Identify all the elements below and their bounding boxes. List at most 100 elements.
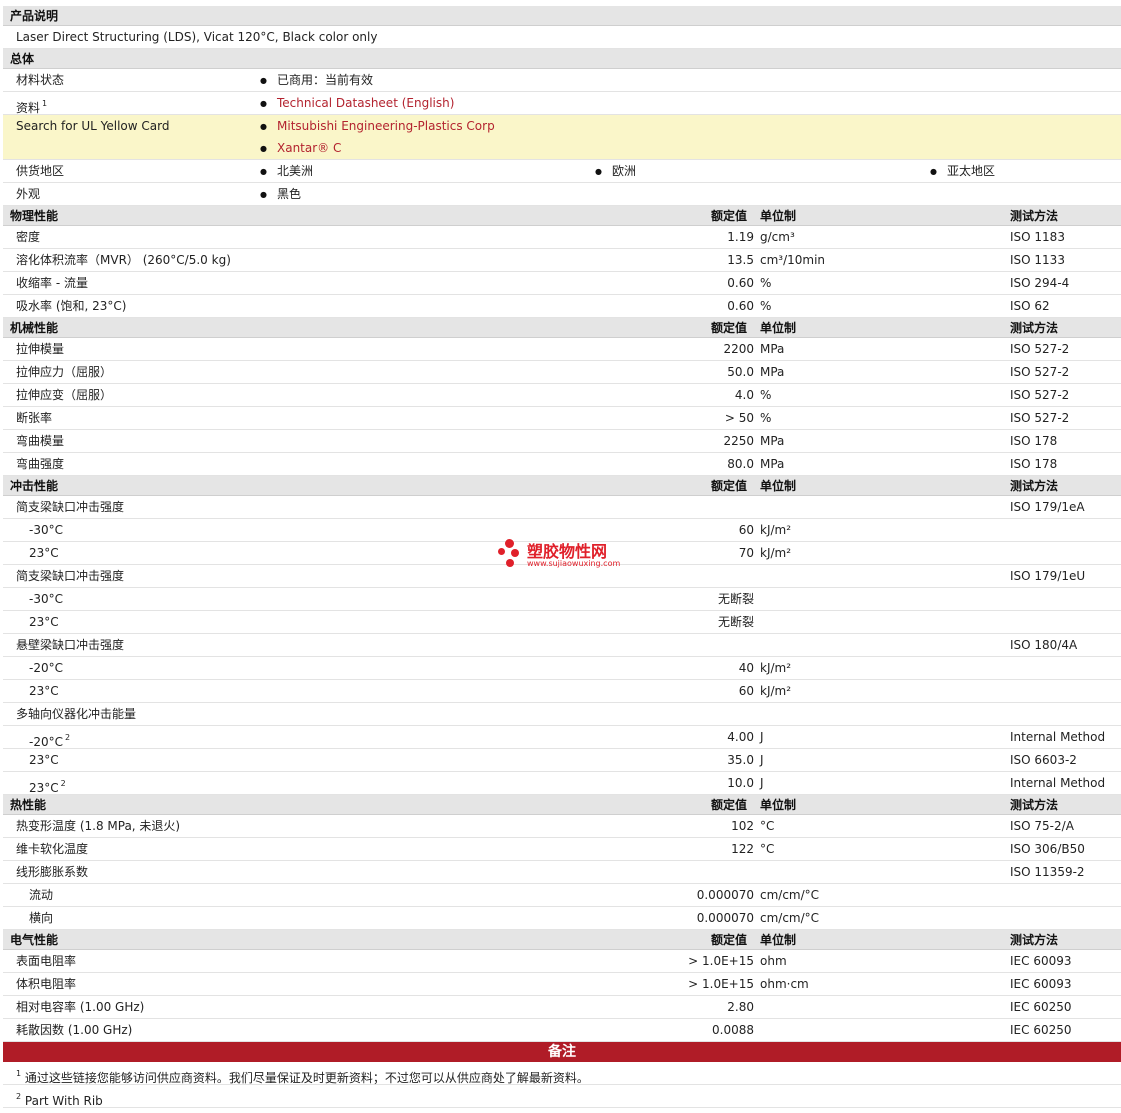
appearance-value: 黑色 (260, 183, 301, 206)
header-unit: 单位制 (760, 321, 797, 335)
value: 102 (731, 819, 754, 833)
value: 4.00 (727, 730, 754, 744)
value: 1.19 (727, 230, 754, 244)
sub-label: 23°C (29, 684, 59, 698)
property-label: 断张率 (16, 411, 53, 425)
property-label: 弯曲模量 (16, 434, 65, 448)
test-method: ISO 178 (1010, 457, 1058, 471)
sub-label: 流动 (29, 888, 54, 902)
header-test: 测试方法 (1010, 479, 1059, 493)
footnote-marker: 2 (16, 1092, 22, 1101)
footnote-ref: 2 (64, 733, 71, 742)
test-method: ISO 294-4 (1010, 276, 1070, 290)
property-label: 拉伸模量 (16, 342, 65, 356)
izod-row: 悬壁梁缺口冲击强度 ISO 180/4A (3, 634, 1121, 657)
property-row: 密度 1.19 g/cm³ ISO 1183 (3, 226, 1121, 249)
value: 2.80 (727, 1000, 754, 1014)
unit: cm/cm/°C (760, 911, 820, 925)
header-unit: 单位制 (760, 933, 797, 947)
value: 80.0 (727, 457, 754, 471)
property-label: 弯曲强度 (16, 457, 65, 471)
charpy-notched-row: 简支梁缺口冲击强度 ISO 179/1eA (3, 496, 1121, 519)
header-unit: 单位制 (760, 209, 797, 223)
test-method: ISO 180/4A (1010, 638, 1078, 652)
value: 2250 (723, 434, 754, 448)
property-row: 拉伸模量 2200 MPa ISO 527-2 (3, 338, 1121, 361)
property-label: 表面电阻率 (16, 954, 77, 968)
value: 40 (738, 661, 754, 675)
unit: % (760, 388, 772, 402)
unit: ohm·cm (760, 977, 809, 991)
value: 10.0 (727, 776, 754, 790)
header-test: 测试方法 (1010, 321, 1059, 335)
property-row: 拉伸应力（屈服） 50.0 MPa ISO 527-2 (3, 361, 1121, 384)
test-method: ISO 179/1eU (1010, 569, 1086, 583)
region-europe: 欧洲 (595, 160, 636, 183)
section-title: 热性能 (10, 798, 47, 812)
property-row: 吸水率 (饱和, 23°C) 0.60% ISO 62 (3, 295, 1121, 318)
unit: % (760, 411, 772, 425)
header-value: 额定值 (711, 798, 748, 812)
property-label: 线形膨胀系数 (16, 865, 89, 879)
section-title: 机械性能 (10, 321, 59, 335)
unit: J (760, 776, 764, 790)
value: 50.0 (727, 365, 754, 379)
unit: kJ/m² (760, 684, 792, 698)
sub-row: 23°C 2 10.0 J Internal Method (3, 772, 1121, 795)
test-method: ISO 75-2/A (1010, 819, 1074, 833)
property-row: 弯曲模量 2250 MPa ISO 178 (3, 430, 1121, 453)
status-label: 材料状态 (16, 73, 65, 87)
sub-row: -20°C 40 kJ/m² (3, 657, 1121, 680)
property-label: 拉伸应力（屈服） (16, 365, 113, 379)
value: 0.0088 (712, 1023, 754, 1037)
section-general: 总体 (3, 49, 1121, 69)
test-method: ISO 178 (1010, 434, 1058, 448)
sub-row: 23°C 无断裂 (3, 611, 1121, 634)
value: 无断裂 (717, 592, 754, 606)
value: 0.60 (727, 299, 754, 313)
header-value: 额定值 (711, 209, 748, 223)
test-method: ISO 527-2 (1010, 342, 1070, 356)
value: > 1.0E+15 (688, 977, 754, 991)
test-method: IEC 60093 (1010, 954, 1072, 968)
electrical-rows: 表面电阻率 > 1.0E+15 ohm IEC 60093 体积电阻率 > 1.0E+15… (3, 950, 1121, 1042)
property-label: 收缩率 - 流量 (16, 276, 88, 290)
notes-header: 备注 (3, 1042, 1121, 1062)
product-link[interactable]: Xantar® C (260, 137, 341, 160)
section-impact: 冲击性能 额定值 单位制 测试方法 (3, 476, 1121, 496)
section-title: 总体 (10, 52, 35, 66)
supplier-link[interactable]: Mitsubishi Engineering-Plastics Corp (260, 115, 495, 138)
test-method: ISO 527-2 (1010, 365, 1070, 379)
clte-row: 线形膨胀系数 ISO 11359-2 (3, 861, 1121, 884)
test-method: ISO 1133 (1010, 253, 1065, 267)
appearance-label: 外观 (16, 187, 41, 201)
watermark-url: www.sujiaowuxing.com (527, 559, 621, 568)
value: > 1.0E+15 (688, 954, 754, 968)
property-label: 溶化体积流率（MVR） (260°C/5.0 kg) (16, 253, 231, 267)
header-value: 额定值 (711, 321, 748, 335)
sub-row: 横向 0.000070 cm/cm/°C (3, 907, 1121, 930)
note-text: Part With Rib (24, 1094, 103, 1108)
status-value: 已商用：当前有效 (260, 69, 373, 92)
region-label: 供货地区 (16, 164, 65, 178)
property-label: 热变形温度 (1.8 MPa, 未退火) (16, 819, 181, 833)
property-row: 耗散因数 (1.00 GHz) 0.0088 IEC 60250 (3, 1019, 1121, 1042)
section-title: 产品说明 (10, 9, 59, 23)
note-text: 通过这些链接您能够访问供应商资料。我们尽量保证及时更新资料；不过您可以从供应商处… (24, 1071, 589, 1085)
header-test: 测试方法 (1010, 209, 1059, 223)
region-asia-pacific: 亚太地区 (930, 160, 995, 183)
property-label: 拉伸应变（屈服） (16, 388, 113, 402)
property-row: 表面电阻率 > 1.0E+15 ohm IEC 60093 (3, 950, 1121, 973)
section-mechanical: 机械性能 额定值 单位制 测试方法 (3, 318, 1121, 338)
property-label: 体积电阻率 (16, 977, 77, 991)
unit: cm/cm/°C (760, 888, 820, 902)
property-label: 吸水率 (饱和, 23°C) (16, 299, 127, 313)
value: 0.000070 (696, 888, 754, 902)
value: 4.0 (734, 388, 754, 402)
unit: cm³/10min (760, 253, 826, 267)
datasheet-link[interactable]: Technical Datasheet (English) (260, 92, 454, 115)
section-thermal: 热性能 额定值 单位制 测试方法 (3, 795, 1121, 815)
property-row: 收缩率 - 流量 0.60% ISO 294-4 (3, 272, 1121, 295)
region-north-america: 北美洲 (260, 160, 313, 183)
property-label: 耗散因数 (1.00 GHz) (16, 1023, 133, 1037)
